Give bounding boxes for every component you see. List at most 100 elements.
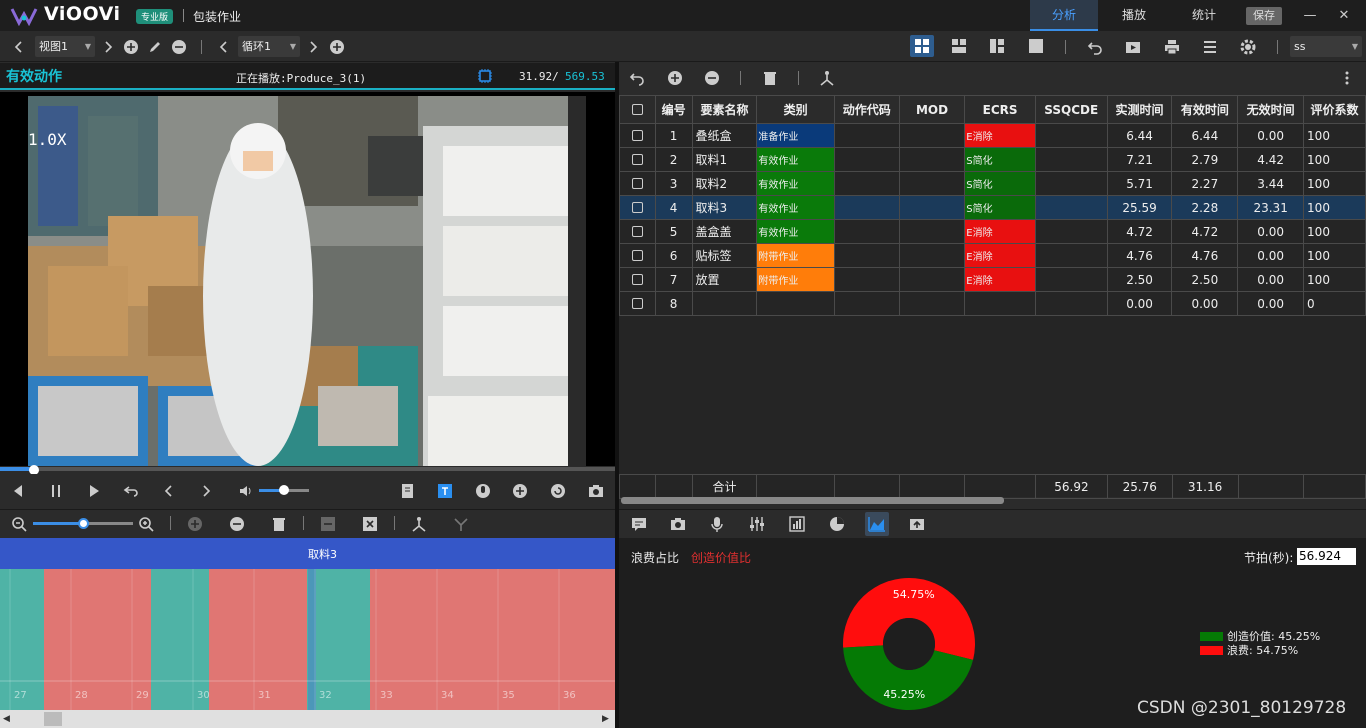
pie-chart-icon[interactable] (828, 515, 846, 533)
camera-icon[interactable] (587, 482, 605, 500)
cell-action-code[interactable] (833, 195, 900, 220)
cell-action-code[interactable] (833, 291, 900, 316)
cell-measured-time[interactable]: 5.71 (1106, 171, 1173, 196)
checkbox-cell[interactable] (619, 291, 656, 316)
chip-icon[interactable] (476, 67, 494, 85)
cell-ecrs[interactable]: E消除 (964, 267, 1036, 292)
cell-invalid-time[interactable]: 0.00 (1237, 243, 1305, 268)
cell-invalid-time[interactable]: 0.00 (1237, 219, 1305, 244)
camera-icon[interactable] (669, 515, 687, 533)
merge-icon[interactable] (319, 515, 337, 533)
cell-ssqcde[interactable] (1034, 147, 1108, 172)
cell-invalid-time[interactable]: 3.44 (1237, 171, 1305, 196)
cell-no[interactable]: 5 (654, 219, 693, 244)
cell-name[interactable]: 叠纸盒 (691, 123, 758, 148)
select-all-checkbox[interactable] (619, 95, 656, 124)
cell-measured-time[interactable]: 4.72 (1106, 219, 1173, 244)
cell-ssqcde[interactable] (1034, 291, 1108, 316)
cell-measured-time[interactable]: 0.00 (1106, 291, 1173, 316)
scroll-left-icon[interactable]: ◀ (3, 714, 10, 724)
table-row[interactable]: 8 0.00 0.00 0.00 0 (619, 291, 1366, 316)
row-checkbox[interactable] (631, 202, 643, 213)
checkbox-cell[interactable] (619, 243, 656, 268)
cell-name[interactable] (691, 291, 758, 316)
value-ratio-tab[interactable]: 创造价值比 (691, 549, 751, 566)
cell-no[interactable]: 4 (654, 195, 693, 220)
cell-name[interactable]: 盖盒盖 (691, 219, 758, 244)
edit-view-icon[interactable] (146, 38, 164, 56)
cell-measured-time[interactable]: 6.44 (1106, 123, 1173, 148)
cell-rating[interactable]: 100 (1303, 147, 1366, 172)
cell-measured-time[interactable]: 4.76 (1106, 243, 1173, 268)
minimize-button[interactable]: — (1299, 7, 1321, 25)
previous-frame-icon[interactable] (9, 482, 27, 500)
pause-icon[interactable] (47, 482, 65, 500)
cell-rating[interactable]: 100 (1303, 123, 1366, 148)
cell-action-code[interactable] (833, 267, 900, 292)
layout-quad-button[interactable] (910, 35, 934, 57)
table-horizontal-scrollbar[interactable] (621, 497, 1004, 504)
remove-view-icon[interactable] (170, 38, 188, 56)
column-header[interactable]: 有效时间 (1171, 95, 1239, 124)
column-header[interactable]: 编号 (654, 95, 693, 124)
cell-valid-time[interactable]: 2.28 (1171, 195, 1239, 220)
row-checkbox[interactable] (631, 130, 643, 141)
cell-valid-time[interactable]: 4.72 (1171, 219, 1239, 244)
timeline-scrollbar[interactable]: ◀ ▶ (0, 710, 615, 728)
microphone-icon[interactable] (708, 515, 726, 533)
cell-rating[interactable]: 100 (1303, 219, 1366, 244)
cell-ecrs[interactable]: E消除 (964, 243, 1036, 268)
checkbox-cell[interactable] (619, 123, 656, 148)
cell-action-code[interactable] (833, 147, 900, 172)
cell-ssqcde[interactable] (1034, 267, 1108, 292)
cell-no[interactable]: 8 (654, 291, 693, 316)
cell-ecrs[interactable]: S简化 (964, 171, 1036, 196)
tab-analysis[interactable]: 分析 (1030, 0, 1098, 31)
table-row[interactable]: 7 放置 附带作业 E消除 2.50 2.50 0.00 100 (619, 267, 1366, 292)
zoom-in-icon[interactable] (137, 515, 155, 533)
zoom-out-icon[interactable] (10, 515, 28, 533)
cell-valid-time[interactable]: 6.44 (1171, 123, 1239, 148)
reset-icon[interactable] (549, 482, 567, 500)
comment-icon[interactable] (630, 515, 648, 533)
add-element-icon[interactable] (186, 515, 204, 533)
layout-three-button[interactable] (947, 35, 971, 57)
timeline-block-valid[interactable] (307, 569, 370, 710)
cell-rating[interactable]: 100 (1303, 195, 1366, 220)
chevron-right-icon[interactable] (304, 38, 322, 56)
cell-measured-time[interactable]: 25.59 (1106, 195, 1173, 220)
cell-no[interactable]: 6 (654, 243, 693, 268)
column-header[interactable]: 评价系数 (1303, 95, 1366, 124)
cell-ssqcde[interactable] (1034, 123, 1108, 148)
note-icon[interactable] (399, 482, 417, 500)
step-back-icon[interactable] (160, 482, 178, 500)
gear-icon[interactable] (1239, 38, 1257, 56)
cell-name[interactable]: 取料2 (691, 171, 758, 196)
checkbox-cell[interactable] (619, 267, 656, 292)
cell-no[interactable]: 2 (654, 147, 693, 172)
layout-side-button[interactable] (985, 35, 1009, 57)
cell-action-code[interactable] (833, 123, 900, 148)
cell-name[interactable]: 放置 (691, 267, 758, 292)
cell-no[interactable]: 3 (654, 171, 693, 196)
timeline-block-waste[interactable] (209, 569, 307, 710)
cell-valid-time[interactable]: 4.76 (1171, 243, 1239, 268)
checkbox-cell[interactable] (619, 171, 656, 196)
cell-action-code[interactable] (833, 219, 900, 244)
cell-no[interactable]: 1 (654, 123, 693, 148)
column-header[interactable]: 实测时间 (1106, 95, 1173, 124)
step-forward-icon[interactable] (197, 482, 215, 500)
row-checkbox[interactable] (631, 226, 643, 237)
row-checkbox[interactable] (631, 274, 643, 285)
checkbox-cell[interactable] (619, 195, 656, 220)
cell-rating[interactable]: 0 (1303, 291, 1366, 316)
table-row[interactable]: 4 取料3 有效作业 S简化 25.59 2.28 23.31 100 (619, 195, 1366, 220)
column-header[interactable]: 要素名称 (691, 95, 758, 124)
cell-category[interactable]: 附带作业 (756, 267, 835, 292)
view-select[interactable]: 视图1 ▼ (35, 36, 95, 57)
column-header[interactable]: 无效时间 (1237, 95, 1305, 124)
bar-chart-icon[interactable] (788, 515, 806, 533)
cell-ecrs[interactable] (964, 291, 1036, 316)
play-icon[interactable] (85, 482, 103, 500)
cell-measured-time[interactable]: 2.50 (1106, 267, 1173, 292)
